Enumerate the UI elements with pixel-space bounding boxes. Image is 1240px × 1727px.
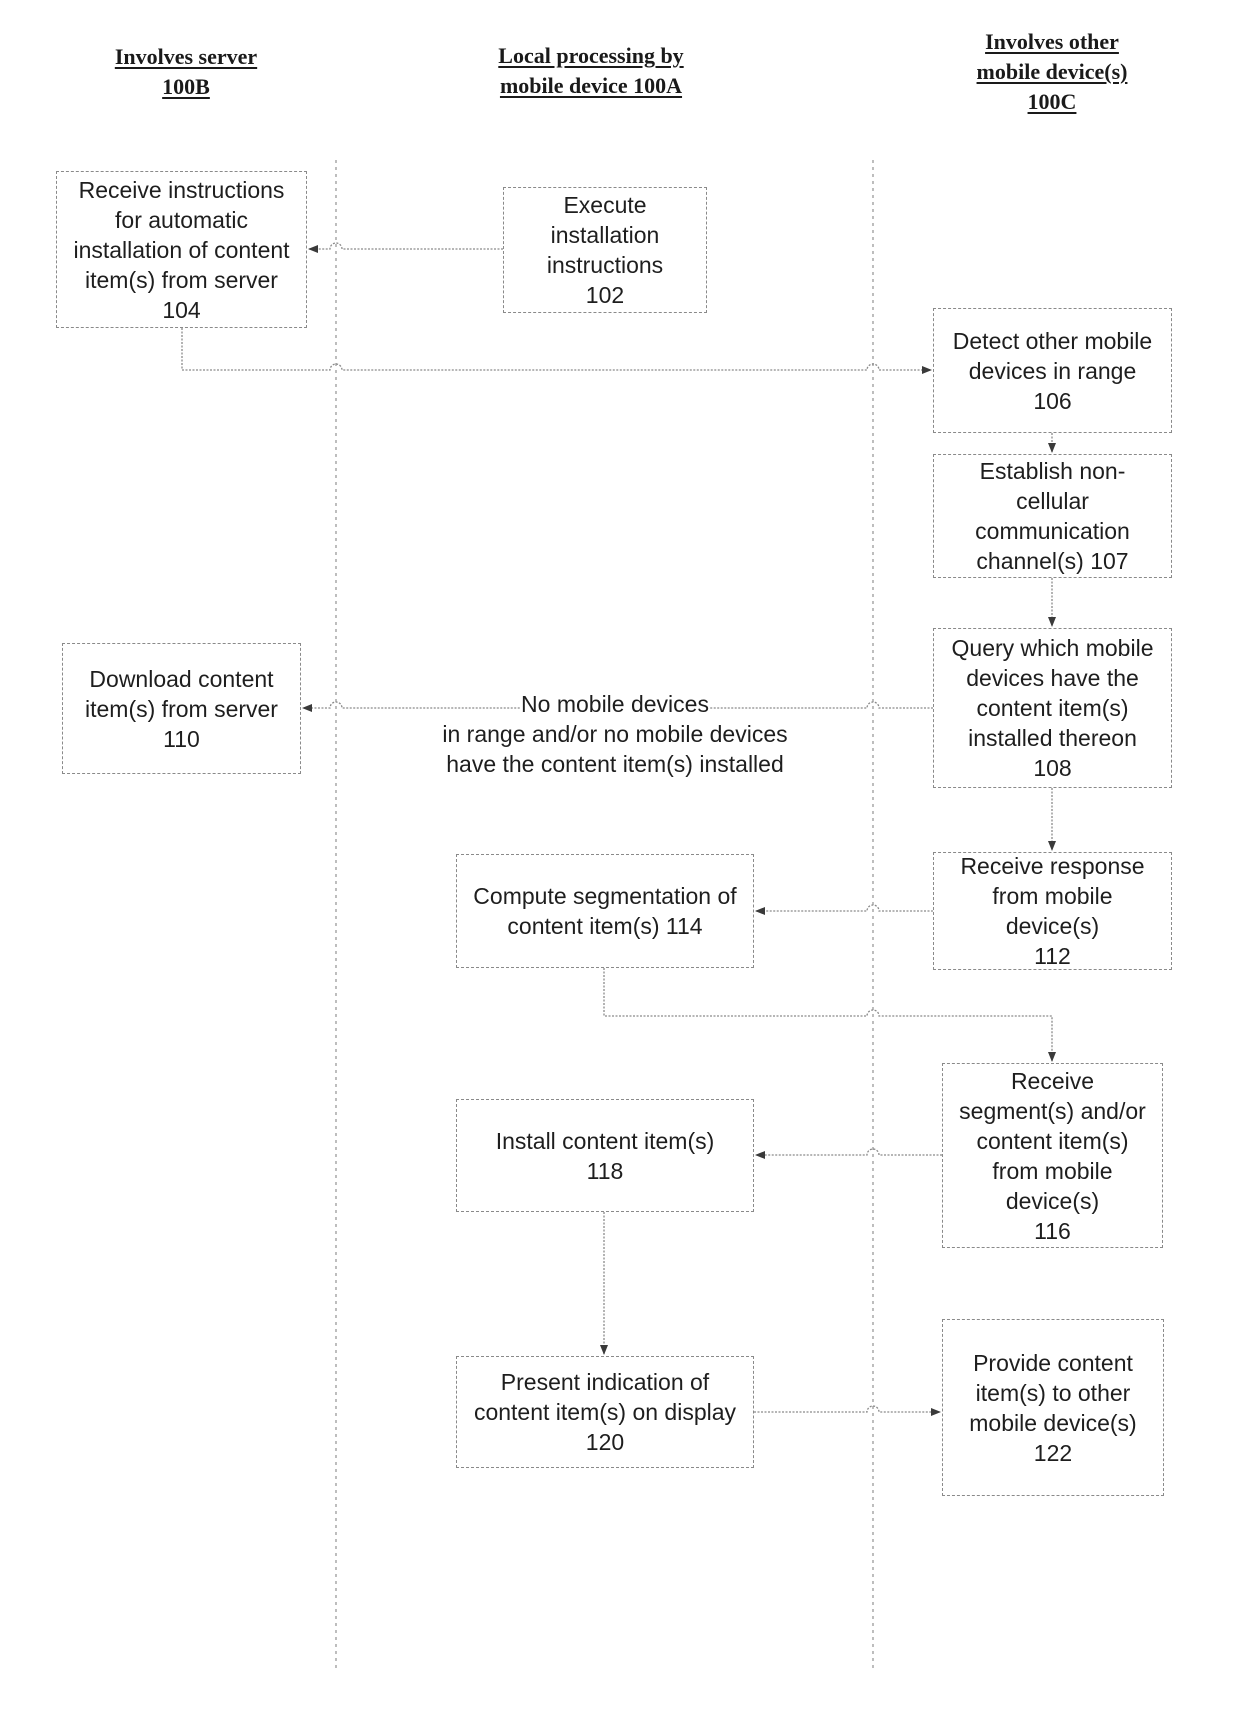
edge-116-to-118 — [755, 1148, 942, 1159]
step-107-text: Establish non- cellular communication ch… — [975, 458, 1130, 574]
step-118-text: Install content item(s) 118 — [495, 1127, 715, 1184]
edge-104-to-106 — [181, 328, 932, 374]
lane-header-other-line-3: 100C — [1027, 89, 1077, 114]
step-104-receive-instructions: Receive instructions for automatic insta… — [56, 171, 307, 328]
step-118-install-content: Install content item(s) 118 — [456, 1099, 754, 1212]
step-108-text: Query which mobile devices have the cont… — [951, 635, 1154, 781]
lane-header-local: Local processing by mobile device 100A — [466, 41, 716, 101]
step-122-provide-content: Provide content item(s) to other mobile … — [942, 1319, 1164, 1496]
lane-header-server-line-1: Involves server — [114, 44, 258, 69]
lane-header-other: Involves other mobile device(s) 100C — [937, 27, 1167, 117]
step-112-text: Receive response from mobile device(s) 1… — [960, 853, 1145, 969]
lane-header-local-line-2: mobile device 100A — [499, 73, 683, 98]
step-102-text: Execute installation instructions 102 — [546, 192, 664, 308]
step-120-text: Present indication of content item(s) on… — [473, 1369, 737, 1455]
lane-header-other-line-2: mobile device(s) — [976, 59, 1128, 84]
lane-header-local-line-1: Local processing by — [498, 43, 684, 68]
step-110-download-content: Download content item(s) from server 110 — [62, 643, 301, 774]
edge-102-to-104 — [308, 242, 503, 253]
lane-header-other-line-1: Involves other — [985, 29, 1119, 54]
step-116-receive-segments: Receive segment(s) and/or content item(s… — [942, 1063, 1163, 1248]
step-106-detect-devices: Detect other mobile devices in range 106 — [933, 308, 1172, 433]
step-107-establish-channel: Establish non- cellular communication ch… — [933, 454, 1172, 578]
edges-layer — [181, 242, 1056, 1416]
lane-header-server-line-2: 100B — [162, 74, 210, 99]
step-112-receive-response: Receive response from mobile device(s) 1… — [933, 852, 1172, 970]
step-114-text: Compute segmentation of content item(s) … — [473, 883, 737, 939]
step-102-execute-installation: Execute installation instructions 102 — [503, 187, 707, 313]
lane-header-server: Involves server 100B — [86, 42, 286, 102]
edge-label-no-devices-text: No mobile devices in range and/or no mob… — [442, 691, 788, 777]
step-108-query-devices: Query which mobile devices have the cont… — [933, 628, 1172, 788]
step-122-text: Provide content item(s) to other mobile … — [969, 1349, 1137, 1466]
edge-112-to-114 — [755, 904, 933, 915]
edge-label-no-devices: No mobile devices in range and/or no mob… — [400, 659, 830, 779]
step-120-present-indication: Present indication of content item(s) on… — [456, 1356, 754, 1468]
step-116-text: Receive segment(s) and/or content item(s… — [959, 1067, 1146, 1244]
step-114-compute-segmentation: Compute segmentation of content item(s) … — [456, 854, 754, 968]
edge-120-to-122 — [754, 1405, 941, 1416]
edge-114-to-116 — [603, 968, 1056, 1062]
step-106-text: Detect other mobile devices in range 106 — [952, 327, 1153, 414]
step-110-text: Download content item(s) from server 110 — [85, 665, 278, 752]
step-104-text: Receive instructions for automatic insta… — [73, 176, 290, 323]
